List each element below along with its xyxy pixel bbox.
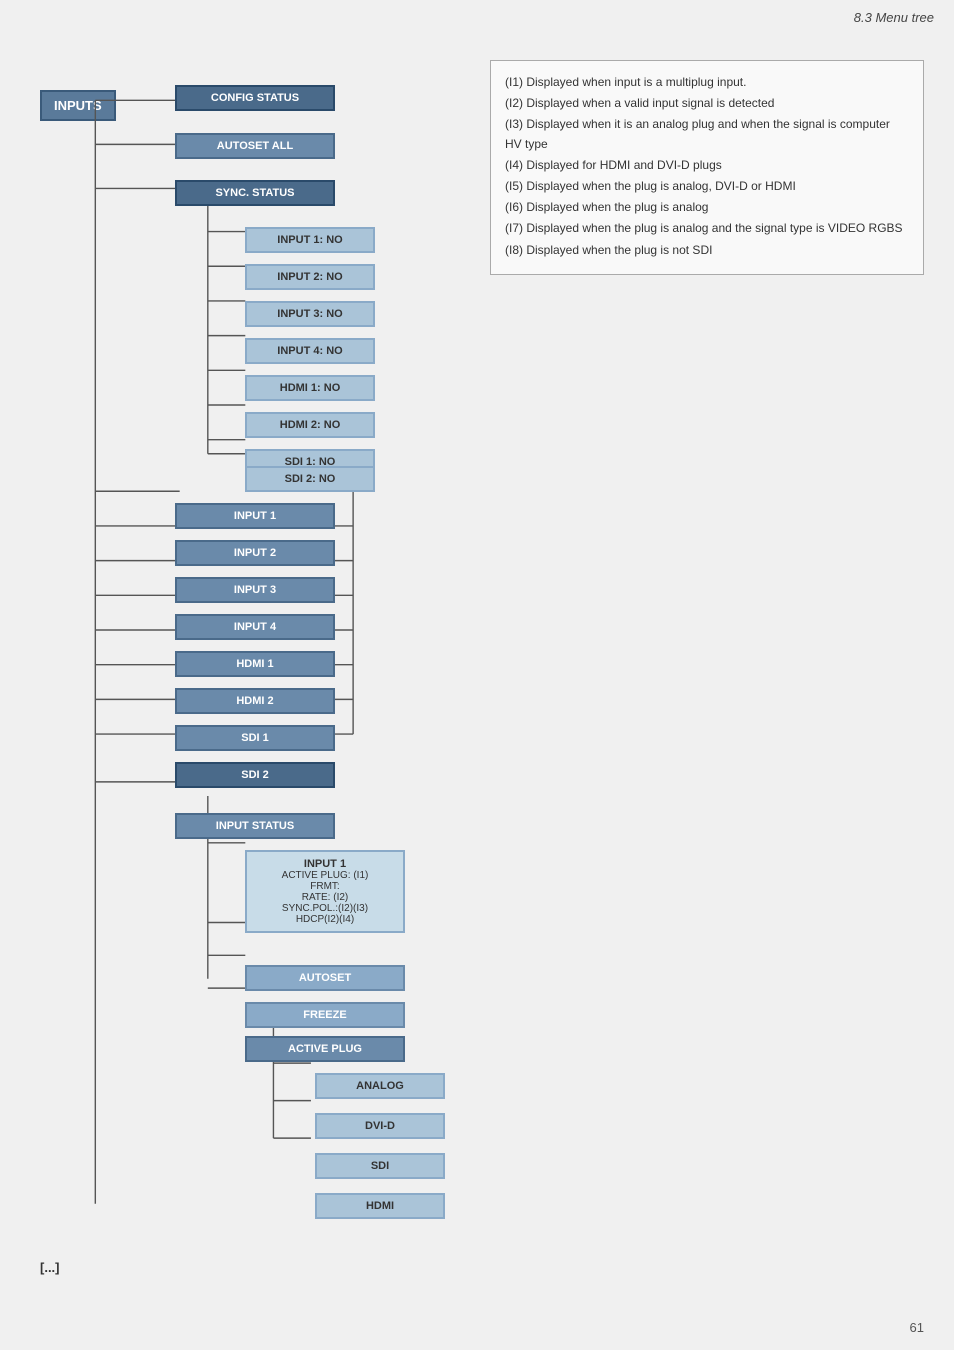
node-analog: ANALOG xyxy=(315,1073,445,1099)
node-sdi2-no: SDI 2: NO xyxy=(245,466,375,492)
info-item-1: (I1) Displayed when input is a multiplug… xyxy=(505,73,909,92)
node-input1-no: INPUT 1: NO xyxy=(245,227,375,253)
page: 8.3 Menu tree INPUTS xyxy=(0,0,954,1350)
node-input4-no: INPUT 4: NO xyxy=(245,338,375,364)
diagram-area: INPUTS xyxy=(30,60,470,1260)
node-config-status: CONFIG STATUS xyxy=(175,85,335,111)
node-autoset-all: AUTOSET ALL xyxy=(175,133,335,159)
node-input3: INPUT 3 xyxy=(175,577,335,603)
node-active-plug-main: ACTIVE PLUG xyxy=(245,1036,405,1062)
info-box: (I1) Displayed when input is a multiplug… xyxy=(490,60,924,275)
node-sync-pol: SYNC.POL.:(I2)(I3) xyxy=(255,903,395,914)
node-hdmi2: HDMI 2 xyxy=(175,688,335,714)
inputs-label: INPUTS xyxy=(40,90,116,121)
node-hdmi: HDMI xyxy=(315,1193,445,1219)
node-input4: INPUT 4 xyxy=(175,614,335,640)
node-input2: INPUT 2 xyxy=(175,540,335,566)
node-input3-no: INPUT 3: NO xyxy=(245,301,375,327)
info-item-3: (I3) Displayed when it is an analog plug… xyxy=(505,115,909,153)
ellipsis: [...] xyxy=(40,1260,60,1275)
node-hdmi2-no: HDMI 2: NO xyxy=(245,412,375,438)
node-freeze: FREEZE xyxy=(245,1002,405,1028)
node-frmt: FRMT: xyxy=(255,881,395,892)
node-input1-detail: INPUT 1 ACTIVE PLUG: (I1) FRMT: RATE: (I… xyxy=(245,850,405,933)
info-item-7: (I7) Displayed when the plug is analog a… xyxy=(505,219,909,238)
node-input1: INPUT 1 xyxy=(175,503,335,529)
header-title: 8.3 Menu tree xyxy=(854,10,934,25)
header: 8.3 Menu tree xyxy=(834,0,954,35)
node-rate: RATE: (I2) xyxy=(255,892,395,903)
info-item-4: (I4) Displayed for HDMI and DVI-D plugs xyxy=(505,156,909,175)
node-active-plug-label: ACTIVE PLUG: (I1) xyxy=(255,870,395,881)
info-item-6: (I6) Displayed when the plug is analog xyxy=(505,198,909,217)
node-dvi-d: DVI-D xyxy=(315,1113,445,1139)
node-hdmi1: HDMI 1 xyxy=(175,651,335,677)
info-item-2: (I2) Displayed when a valid input signal… xyxy=(505,94,909,113)
node-sdi2: SDI 2 xyxy=(175,762,335,788)
node-sdi1: SDI 1 xyxy=(175,725,335,751)
node-hdcp: HDCP(I2)(I4) xyxy=(255,914,395,925)
node-autoset: AUTOSET xyxy=(245,965,405,991)
node-sdi: SDI xyxy=(315,1153,445,1179)
node-input2-no: INPUT 2: NO xyxy=(245,264,375,290)
node-hdmi1-no: HDMI 1: NO xyxy=(245,375,375,401)
node-sync-status: SYNC. STATUS xyxy=(175,180,335,206)
info-item-8: (I8) Displayed when the plug is not SDI xyxy=(505,241,909,260)
main-content: INPUTS xyxy=(0,0,954,1290)
node-input1-detail-title: INPUT 1 xyxy=(255,858,395,870)
info-item-5: (I5) Displayed when the plug is analog, … xyxy=(505,177,909,196)
page-number: 61 xyxy=(910,1320,924,1335)
node-input-status: INPUT STATUS xyxy=(175,813,335,839)
